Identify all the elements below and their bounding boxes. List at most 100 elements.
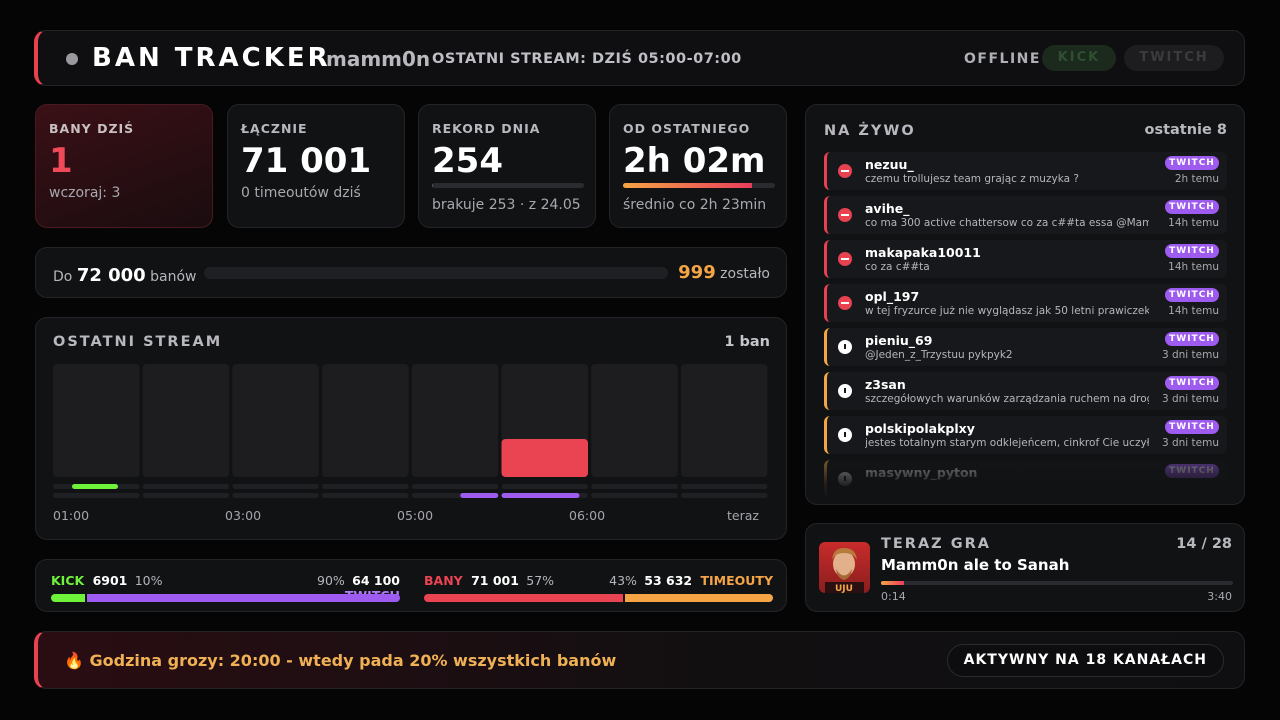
- kick-platform-pill[interactable]: KICK: [1042, 45, 1116, 71]
- twitch-ratio-fill: [86, 594, 400, 602]
- ban-icon: [838, 164, 852, 178]
- stat-label: OD OSTATNIEGO: [623, 121, 751, 136]
- platform-tag: TWITCH: [1165, 332, 1219, 346]
- stream-ban-count: 1 ban: [724, 334, 770, 350]
- kick-value: 6901: [92, 573, 128, 588]
- stat-label: ŁĄCZNIE: [241, 121, 308, 136]
- kick-lane: [591, 484, 678, 489]
- kick-lane: [680, 484, 768, 489]
- stat-value: 71 001: [241, 141, 372, 181]
- twitch-platform-pill[interactable]: TWITCH: [1124, 45, 1224, 71]
- stat-value: 1: [49, 141, 73, 181]
- now-playing-title: TERAZ GRA: [881, 536, 992, 552]
- kick-lane: [322, 484, 409, 489]
- bans-stat: BANY 71 001 57%: [424, 573, 554, 588]
- username: opl_197: [865, 289, 920, 304]
- kick-ratio-fill: [51, 594, 85, 602]
- live-feed-item[interactable]: polskipolakplxy jestes totalnym starym od…: [824, 416, 1227, 454]
- twitch-activity-mark: [501, 493, 580, 498]
- stat-sub: brakuje 253 · z 24.05: [432, 197, 581, 213]
- elapsed-time: 0:14: [881, 590, 906, 603]
- twitch-lane: [322, 493, 409, 498]
- chat-message: w tej fryzurce już nie wyglądasz jak 50 …: [865, 305, 1149, 317]
- ban-icon: [838, 252, 852, 266]
- live-feed-item[interactable]: z3san szczegółowych warunków zarządzania …: [824, 372, 1227, 410]
- chart-column-bg: [53, 364, 140, 477]
- goal-prefix: Do: [53, 269, 73, 285]
- ban-icon: [838, 296, 852, 310]
- live-feed-item[interactable]: nezuu_ czemu trollujesz team grając z muz…: [824, 152, 1227, 190]
- live-feed-panel: NA ŻYWO ostatnie 8 nezuu_ czemu trollujes…: [805, 104, 1245, 505]
- goal-progress-bar: [204, 267, 668, 279]
- twitch-lane: [142, 493, 230, 498]
- chart-column-bg: [142, 364, 230, 477]
- live-feed-count: ostatnie 8: [1144, 122, 1227, 138]
- stat-sub: średnio co 2h 23min: [623, 197, 767, 213]
- active-channels-badge: AKTYWNY NA 18 KANAŁACH: [946, 644, 1224, 677]
- svg-text:UJU: UJU: [835, 584, 853, 593]
- platform-tag: TWITCH: [1165, 156, 1219, 170]
- username: nezuu_: [865, 157, 914, 172]
- time-ago: 14h temu: [1168, 305, 1219, 317]
- album-art: UJU: [819, 542, 870, 593]
- bans-label: BANY: [424, 573, 463, 588]
- twitch-value: 64 100: [352, 573, 400, 588]
- bans-pct: 57%: [526, 573, 555, 588]
- time-ago: 14h temu: [1168, 217, 1219, 229]
- platform-tag: TWITCH: [1165, 244, 1219, 258]
- live-feed-title: NA ŻYWO: [824, 123, 916, 139]
- goal-target: 72 000: [76, 265, 146, 286]
- chat-message: co za c##ta: [865, 261, 930, 273]
- chat-message: @Jeden_z_Trzystuu pykpyk2: [865, 349, 1013, 361]
- time-ago: 14h temu: [1168, 261, 1219, 273]
- username: polskipolakplxy: [865, 421, 975, 436]
- song-title: Mamm0n ale to Sanah: [881, 556, 1070, 574]
- kick-lane: [501, 484, 588, 489]
- platform-ratio-bar: [51, 594, 400, 602]
- x-tick-label: 01:00: [53, 508, 90, 523]
- stat-value: 254: [432, 141, 503, 181]
- chat-message: co ma 300 active chattersow co za c##ta …: [865, 217, 1149, 229]
- now-playing-panel: UJU TERAZ GRA 14 / 28 Mamm0n ale to Sana…: [805, 523, 1245, 612]
- platform-tag: TWITCH: [1165, 376, 1219, 390]
- last-stream-info: OSTATNI STREAM: DZIŚ 05:00-07:00: [432, 51, 742, 67]
- playlist-position: 14 / 28: [1176, 536, 1232, 552]
- live-feed-item[interactable]: makapaka10011 co za c##ta TWITCH 14h temu: [824, 240, 1227, 278]
- app-title: BAN TRACKER: [92, 43, 331, 73]
- time-ago: 3 dni temu: [1161, 349, 1219, 361]
- platform-tag: TWITCH: [1165, 200, 1219, 214]
- x-tick-label: 03:00: [225, 508, 262, 523]
- goal-progress-panel: Do 72 000 banów 999 zostało: [35, 247, 787, 298]
- kick-stat: KICK 6901 10%: [51, 573, 163, 588]
- live-feed-item[interactable]: opl_197 w tej fryzurce już nie wyglądasz …: [824, 284, 1227, 322]
- username: avihe_: [865, 201, 910, 216]
- timeouts-pct: 43%: [609, 573, 637, 588]
- stat-label: BANY DZIŚ: [49, 121, 135, 136]
- username: pieniu_69: [865, 333, 933, 348]
- song-duration: 3:40: [1207, 590, 1232, 603]
- timeout-stopwatch-icon: [838, 384, 852, 398]
- goal-label: Do 72 000 banów: [53, 265, 197, 286]
- chart-column-bg: [232, 364, 319, 477]
- since-last-progress-bar: [623, 183, 775, 188]
- twitch-lane: [232, 493, 319, 498]
- chat-message: czemu trollujesz team grając z muzyka ?: [865, 173, 1079, 185]
- song-progress-bar[interactable]: [881, 581, 1233, 585]
- chart-column-bg: [591, 364, 678, 477]
- time-ago: 3 dni temu: [1161, 437, 1219, 449]
- platform-tag: TWITCH: [1165, 288, 1219, 302]
- peak-hour-message: 🔥 Godzina grozy: 20:00 - wtedy pada 20% …: [64, 651, 617, 670]
- ban-type-ratio-bar: [424, 594, 773, 602]
- live-feed-item[interactable]: avihe_ co ma 300 active chattersow co za …: [824, 196, 1227, 234]
- live-feed-item[interactable]: pieniu_69 @Jeden_z_Trzystuu pykpyk2 TWITCH…: [824, 328, 1227, 366]
- since-last-progress-fill: [623, 183, 753, 188]
- kick-lane: [411, 484, 499, 489]
- timeouts-ratio-fill: [624, 594, 773, 602]
- username: makapaka10011: [865, 245, 981, 260]
- chat-message: szczegółowych warunków zarządzania ruche…: [865, 393, 1149, 405]
- timeout-stopwatch-icon: [838, 340, 852, 354]
- bans-ratio-fill: [424, 594, 623, 602]
- stat-card-bans-today: BANY DZIŚ 1 wczoraj: 3: [35, 104, 213, 228]
- stream-status: OFFLINE: [964, 51, 1041, 67]
- twitch-lane: [591, 493, 678, 498]
